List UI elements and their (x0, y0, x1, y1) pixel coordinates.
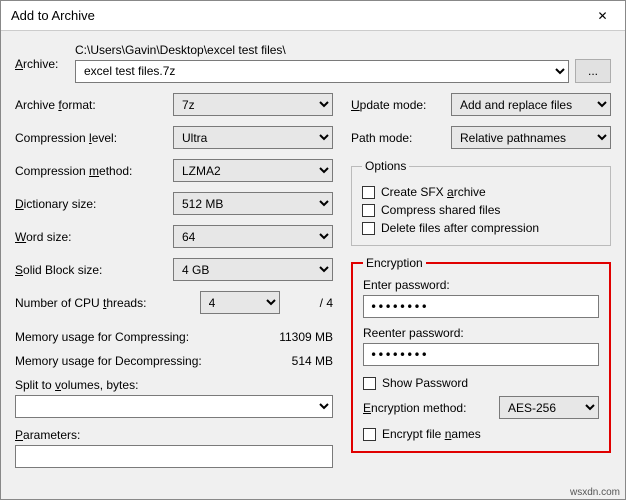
sfx-checkbox[interactable] (362, 186, 375, 199)
content-area: Archive:document.currentScript.previousE… (1, 31, 625, 499)
delete-label: Delete files after compression (381, 221, 539, 235)
cpu-total: / 4 (320, 296, 333, 310)
mem-comp-label: Memory usage for Compressing: (15, 330, 189, 344)
archive-path-text: C:\Users\Gavin\Desktop\excel test files\ (75, 43, 611, 57)
window-title: Add to Archive (11, 8, 95, 23)
enc-method-select[interactable]: AES-256 (499, 396, 599, 419)
level-label: Compression level: (15, 131, 165, 145)
method-label: Compression method: (15, 164, 165, 178)
split-input[interactable] (15, 395, 333, 418)
close-icon: ✕ (597, 9, 607, 23)
mem-comp-value: 11309 MB (279, 330, 333, 344)
dict-select[interactable]: 512 MB (173, 192, 333, 215)
format-label: Archive format: (15, 98, 165, 112)
shared-label: Compress shared files (381, 203, 500, 217)
archive-label: Archive:document.currentScript.previousE… (15, 43, 75, 71)
update-label: Update mode: (351, 98, 441, 112)
archive-filename-input[interactable]: excel test files.7z (75, 60, 569, 83)
titlebar: Add to Archive ✕ (1, 1, 625, 31)
mem-decomp-label: Memory usage for Decompressing: (15, 354, 202, 368)
level-select[interactable]: Ultra (173, 126, 333, 149)
update-select[interactable]: Add and replace files (451, 93, 611, 116)
param-label: Parameters: (15, 428, 80, 442)
enter-password-label: Enter password: (363, 278, 450, 292)
block-label: Solid Block size: (15, 263, 165, 277)
watermark: wsxdn.com (570, 487, 620, 498)
reenter-password-input[interactable] (363, 343, 599, 366)
options-group: Options Create SFX archive Compress shar… (351, 159, 611, 246)
enter-password-input[interactable] (363, 295, 599, 318)
enc-method-label: Encryption method: (363, 401, 466, 415)
encrypt-names-checkbox[interactable] (363, 428, 376, 441)
method-select[interactable]: LZMA2 (173, 159, 333, 182)
encryption-group: Encryption Enter password: Reenter passw… (351, 256, 611, 453)
shared-checkbox[interactable] (362, 204, 375, 217)
encrypt-names-label: Encrypt file names (382, 427, 481, 441)
format-select[interactable]: 7z (173, 93, 333, 116)
browse-label: ... (588, 64, 598, 78)
dict-label: Dictionary size: (15, 197, 165, 211)
reenter-password-label: Reenter password: (363, 326, 464, 340)
word-select[interactable]: 64 (173, 225, 333, 248)
split-label: Split to volumes, bytes: (15, 378, 138, 392)
path-select[interactable]: Relative pathnames (451, 126, 611, 149)
show-password-checkbox[interactable] (363, 377, 376, 390)
browse-button[interactable]: ... (575, 59, 611, 83)
sfx-label: Create SFX archive (381, 185, 486, 199)
delete-checkbox[interactable] (362, 222, 375, 235)
encryption-legend: Encryption (363, 256, 426, 270)
path-label: Path mode: (351, 131, 441, 145)
close-button[interactable]: ✕ (580, 1, 625, 31)
block-select[interactable]: 4 GB (173, 258, 333, 281)
param-input[interactable] (15, 445, 333, 468)
dialog-window: Add to Archive ✕ Archive:document.curren… (0, 0, 626, 500)
cpu-select[interactable]: 4 (200, 291, 280, 314)
word-label: Word size: (15, 230, 165, 244)
options-legend: Options (362, 159, 409, 173)
cpu-label: Number of CPU threads: (15, 296, 165, 310)
mem-decomp-value: 514 MB (292, 354, 333, 368)
show-password-label: Show Password (382, 376, 468, 390)
